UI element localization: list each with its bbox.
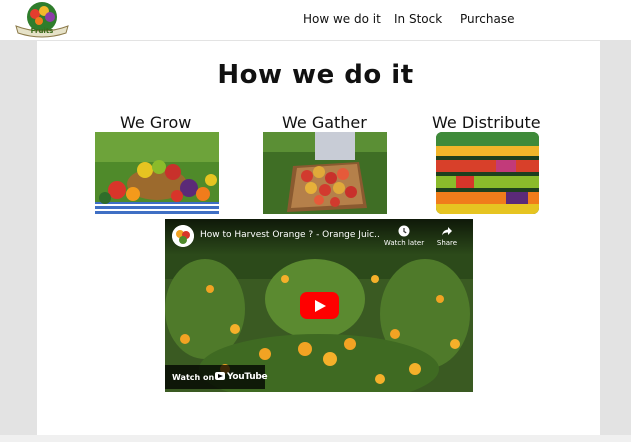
page-title: How we do it — [217, 60, 414, 90]
watch-on-label: Watch on — [172, 373, 215, 382]
fruits-logo[interactable]: Fruits — [13, 0, 71, 38]
watch-later-button[interactable]: Watch later — [380, 225, 428, 247]
apple-crate-image — [263, 132, 387, 214]
channel-avatar[interactable] — [172, 225, 194, 247]
produce-shelves-image — [436, 132, 539, 214]
section-label-grow: We Grow — [120, 113, 192, 132]
watch-later-label: Watch later — [383, 239, 425, 247]
clock-icon — [398, 225, 410, 237]
nav-how-we-do-it[interactable]: How we do it — [303, 12, 381, 26]
nav-purchase[interactable]: Purchase — [460, 12, 515, 26]
video-title[interactable]: How to Harvest Orange ? - Orange Juic... — [200, 230, 380, 240]
fruit-basket-image — [95, 132, 219, 214]
page-footer-strip — [0, 435, 631, 442]
top-navbar: Fruits How we do it In Stock Purchase — [0, 0, 631, 40]
play-button[interactable] — [300, 292, 339, 319]
section-label-distribute: We Distribute — [432, 113, 541, 132]
youtube-video-embed[interactable]: How to Harvest Orange ? - Orange Juic...… — [165, 219, 473, 392]
watch-on-youtube-button[interactable]: Watch on YouTube — [165, 365, 268, 389]
share-icon — [442, 227, 452, 236]
youtube-brand-label: YouTube — [227, 372, 268, 382]
logo-text: Fruits — [31, 27, 54, 35]
youtube-logo-icon — [215, 372, 225, 380]
share-label: Share — [436, 239, 458, 247]
share-button[interactable]: Share — [423, 225, 471, 247]
section-label-gather: We Gather — [282, 113, 367, 132]
nav-in-stock[interactable]: In Stock — [394, 12, 442, 26]
